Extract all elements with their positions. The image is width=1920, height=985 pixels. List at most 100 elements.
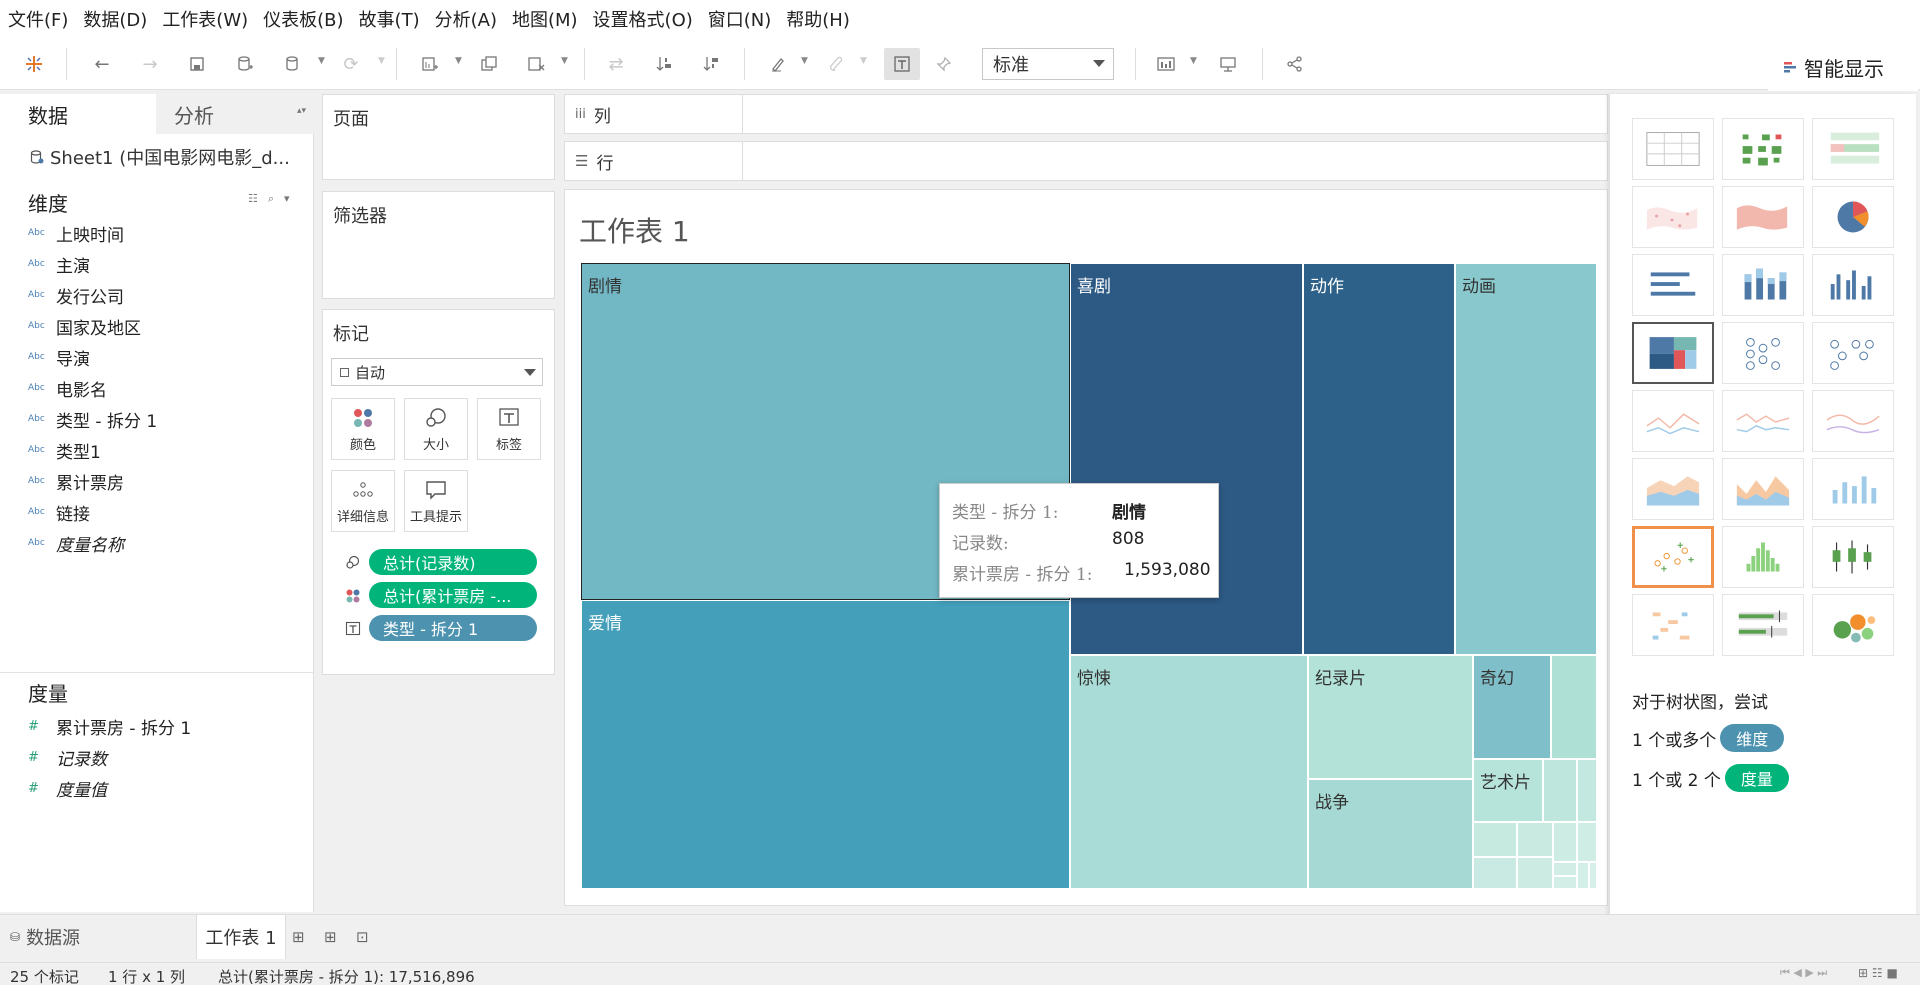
measure-field[interactable]: # 记录数: [28, 742, 107, 772]
menu-story[interactable]: 故事(T): [359, 6, 420, 32]
treemap-tile[interactable]: [1553, 862, 1577, 876]
showme-histogram[interactable]: [1722, 526, 1804, 588]
swap-rows-columns-icon[interactable]: ⇄: [602, 50, 630, 78]
color-pill[interactable]: 总计(累计票房 -...: [369, 582, 537, 608]
showme-side-by-side-bars[interactable]: [1812, 254, 1894, 316]
treemap-tile[interactable]: 战争: [1308, 779, 1473, 889]
showme-highlight-table[interactable]: [1812, 118, 1894, 180]
new-datasource-icon[interactable]: [231, 50, 259, 78]
share-icon[interactable]: [1281, 50, 1309, 78]
show-cards-icon[interactable]: [1152, 50, 1180, 78]
treemap-tile[interactable]: [1577, 862, 1589, 889]
showme-bullet-graph[interactable]: [1722, 594, 1804, 656]
showme-packed-bubbles[interactable]: [1812, 594, 1894, 656]
label-pill[interactable]: 类型 - 拆分 1: [369, 615, 537, 641]
size-pill[interactable]: 总计(记录数): [369, 549, 537, 575]
highlight-caret-icon[interactable]: ▼: [801, 56, 808, 66]
showme-horizontal-bars[interactable]: [1632, 254, 1714, 316]
view-list-icon[interactable]: ☷: [248, 192, 258, 206]
treemap-tile[interactable]: 惊悚: [1070, 655, 1308, 889]
showme-text-table[interactable]: [1632, 118, 1714, 180]
tab-data[interactable]: 数据: [0, 94, 156, 134]
presentation-mode-icon[interactable]: [1214, 50, 1242, 78]
dimension-field[interactable]: Abc 类型1: [28, 435, 101, 465]
menu-map[interactable]: 地图(M): [512, 6, 578, 32]
showme-area-discrete[interactable]: [1722, 458, 1804, 520]
size-button[interactable]: 大小: [404, 398, 468, 460]
menu-format[interactable]: 设置格式(O): [593, 6, 693, 32]
dimension-field[interactable]: Abc 链接: [28, 497, 90, 527]
menu-dashboard[interactable]: 仪表板(B): [263, 6, 343, 32]
save-icon[interactable]: [183, 50, 211, 78]
treemap-tile[interactable]: [1553, 876, 1577, 889]
treemap-tile[interactable]: [1543, 759, 1577, 822]
menu-worksheet[interactable]: 工作表(W): [162, 6, 248, 32]
group-members-icon[interactable]: [822, 50, 850, 78]
treemap-tile[interactable]: [1551, 655, 1596, 759]
menu-help[interactable]: 帮助(H): [786, 6, 850, 32]
pane-menu-chevron-down-icon[interactable]: ▾: [284, 192, 290, 206]
showme-dual-combination[interactable]: [1812, 458, 1894, 520]
showme-lines-continuous[interactable]: [1632, 390, 1714, 452]
datasource-item[interactable]: Sheet1 (中国电影网电影_d...: [30, 144, 290, 170]
treemap-tile[interactable]: [1473, 822, 1517, 857]
mark-type-select[interactable]: 自动: [331, 358, 543, 386]
dimension-field[interactable]: Abc 累计票房: [28, 466, 124, 496]
undo-icon[interactable]: ←: [88, 50, 116, 78]
measure-field[interactable]: # 累计票房 - 拆分 1: [28, 711, 191, 741]
showme-area-continuous[interactable]: [1632, 458, 1714, 520]
pause-update-caret-icon[interactable]: ▼: [318, 56, 325, 66]
treemap-tile[interactable]: [1473, 857, 1517, 889]
dimension-field[interactable]: Abc 导演: [28, 342, 90, 372]
dimension-field[interactable]: Abc 发行公司: [28, 280, 124, 310]
new-story-tab-icon[interactable]: ⊡: [356, 915, 369, 959]
redo-icon[interactable]: →: [136, 50, 164, 78]
treemap-tile[interactable]: 奇幻: [1473, 655, 1551, 759]
menu-file[interactable]: 文件(F): [8, 6, 68, 32]
showme-pie-chart[interactable]: [1812, 186, 1894, 248]
tooltip-button[interactable]: 工具提示: [404, 470, 468, 532]
showme-heat-map[interactable]: [1722, 118, 1804, 180]
highlight-icon[interactable]: [764, 50, 792, 78]
tab-datasource[interactable]: ⛁ 数据源: [10, 915, 80, 959]
sort-descending-icon[interactable]: [697, 50, 725, 78]
menu-analysis[interactable]: 分析(A): [435, 6, 497, 32]
treemap-tile[interactable]: [1577, 759, 1596, 822]
sheet-navigation-icon[interactable]: ⏮ ◀ ▶ ⏭: [1780, 966, 1827, 980]
treemap-tile[interactable]: 艺术片: [1473, 759, 1543, 822]
treemap-tile[interactable]: 动作: [1303, 263, 1455, 655]
sheet-sorter-icon[interactable]: ⊞ ☷ ■: [1858, 966, 1898, 980]
show-mark-labels-icon[interactable]: [884, 48, 920, 80]
menu-data[interactable]: 数据(D): [83, 6, 147, 32]
treemap-tile[interactable]: [1589, 862, 1596, 889]
label-button[interactable]: 标签: [477, 398, 541, 460]
dimension-field[interactable]: Abc 主演: [28, 249, 90, 279]
columns-shelf[interactable]: iii 列: [564, 94, 1608, 134]
pages-card[interactable]: 页面: [322, 94, 555, 180]
showme-scatter-plot[interactable]: [1632, 526, 1714, 588]
group-members-caret-icon[interactable]: ▼: [860, 56, 867, 66]
showme-symbol-map[interactable]: [1632, 186, 1714, 248]
tableau-logo-icon[interactable]: [20, 50, 48, 78]
showme-lines-discrete[interactable]: [1722, 390, 1804, 452]
new-worksheet-caret-icon[interactable]: ▼: [455, 56, 462, 66]
measure-field[interactable]: # 度量值: [28, 773, 107, 803]
fit-select[interactable]: 标准: [982, 48, 1114, 80]
menu-window[interactable]: 窗口(N): [708, 6, 772, 32]
showme-stacked-bars[interactable]: [1722, 254, 1804, 316]
showme-treemap[interactable]: [1632, 322, 1714, 384]
refresh-caret-icon[interactable]: ▼: [378, 56, 385, 66]
show-cards-caret-icon[interactable]: ▼: [1190, 56, 1197, 66]
refresh-icon[interactable]: ⟳: [337, 50, 365, 78]
showme-side-by-side-circles[interactable]: [1812, 322, 1894, 384]
treemap-tile[interactable]: [1517, 822, 1553, 857]
treemap-tile[interactable]: [1553, 822, 1577, 862]
treemap-tile[interactable]: 动画: [1455, 263, 1596, 655]
search-icon[interactable]: ⌕: [268, 192, 274, 206]
treemap-tile[interactable]: [1517, 857, 1553, 889]
sort-ascending-icon[interactable]: [650, 50, 678, 78]
dimension-field[interactable]: Abc 度量名称: [28, 528, 124, 558]
color-button[interactable]: 颜色: [331, 398, 395, 460]
fix-axes-pin-icon[interactable]: [930, 50, 958, 78]
divider[interactable]: [0, 672, 314, 673]
